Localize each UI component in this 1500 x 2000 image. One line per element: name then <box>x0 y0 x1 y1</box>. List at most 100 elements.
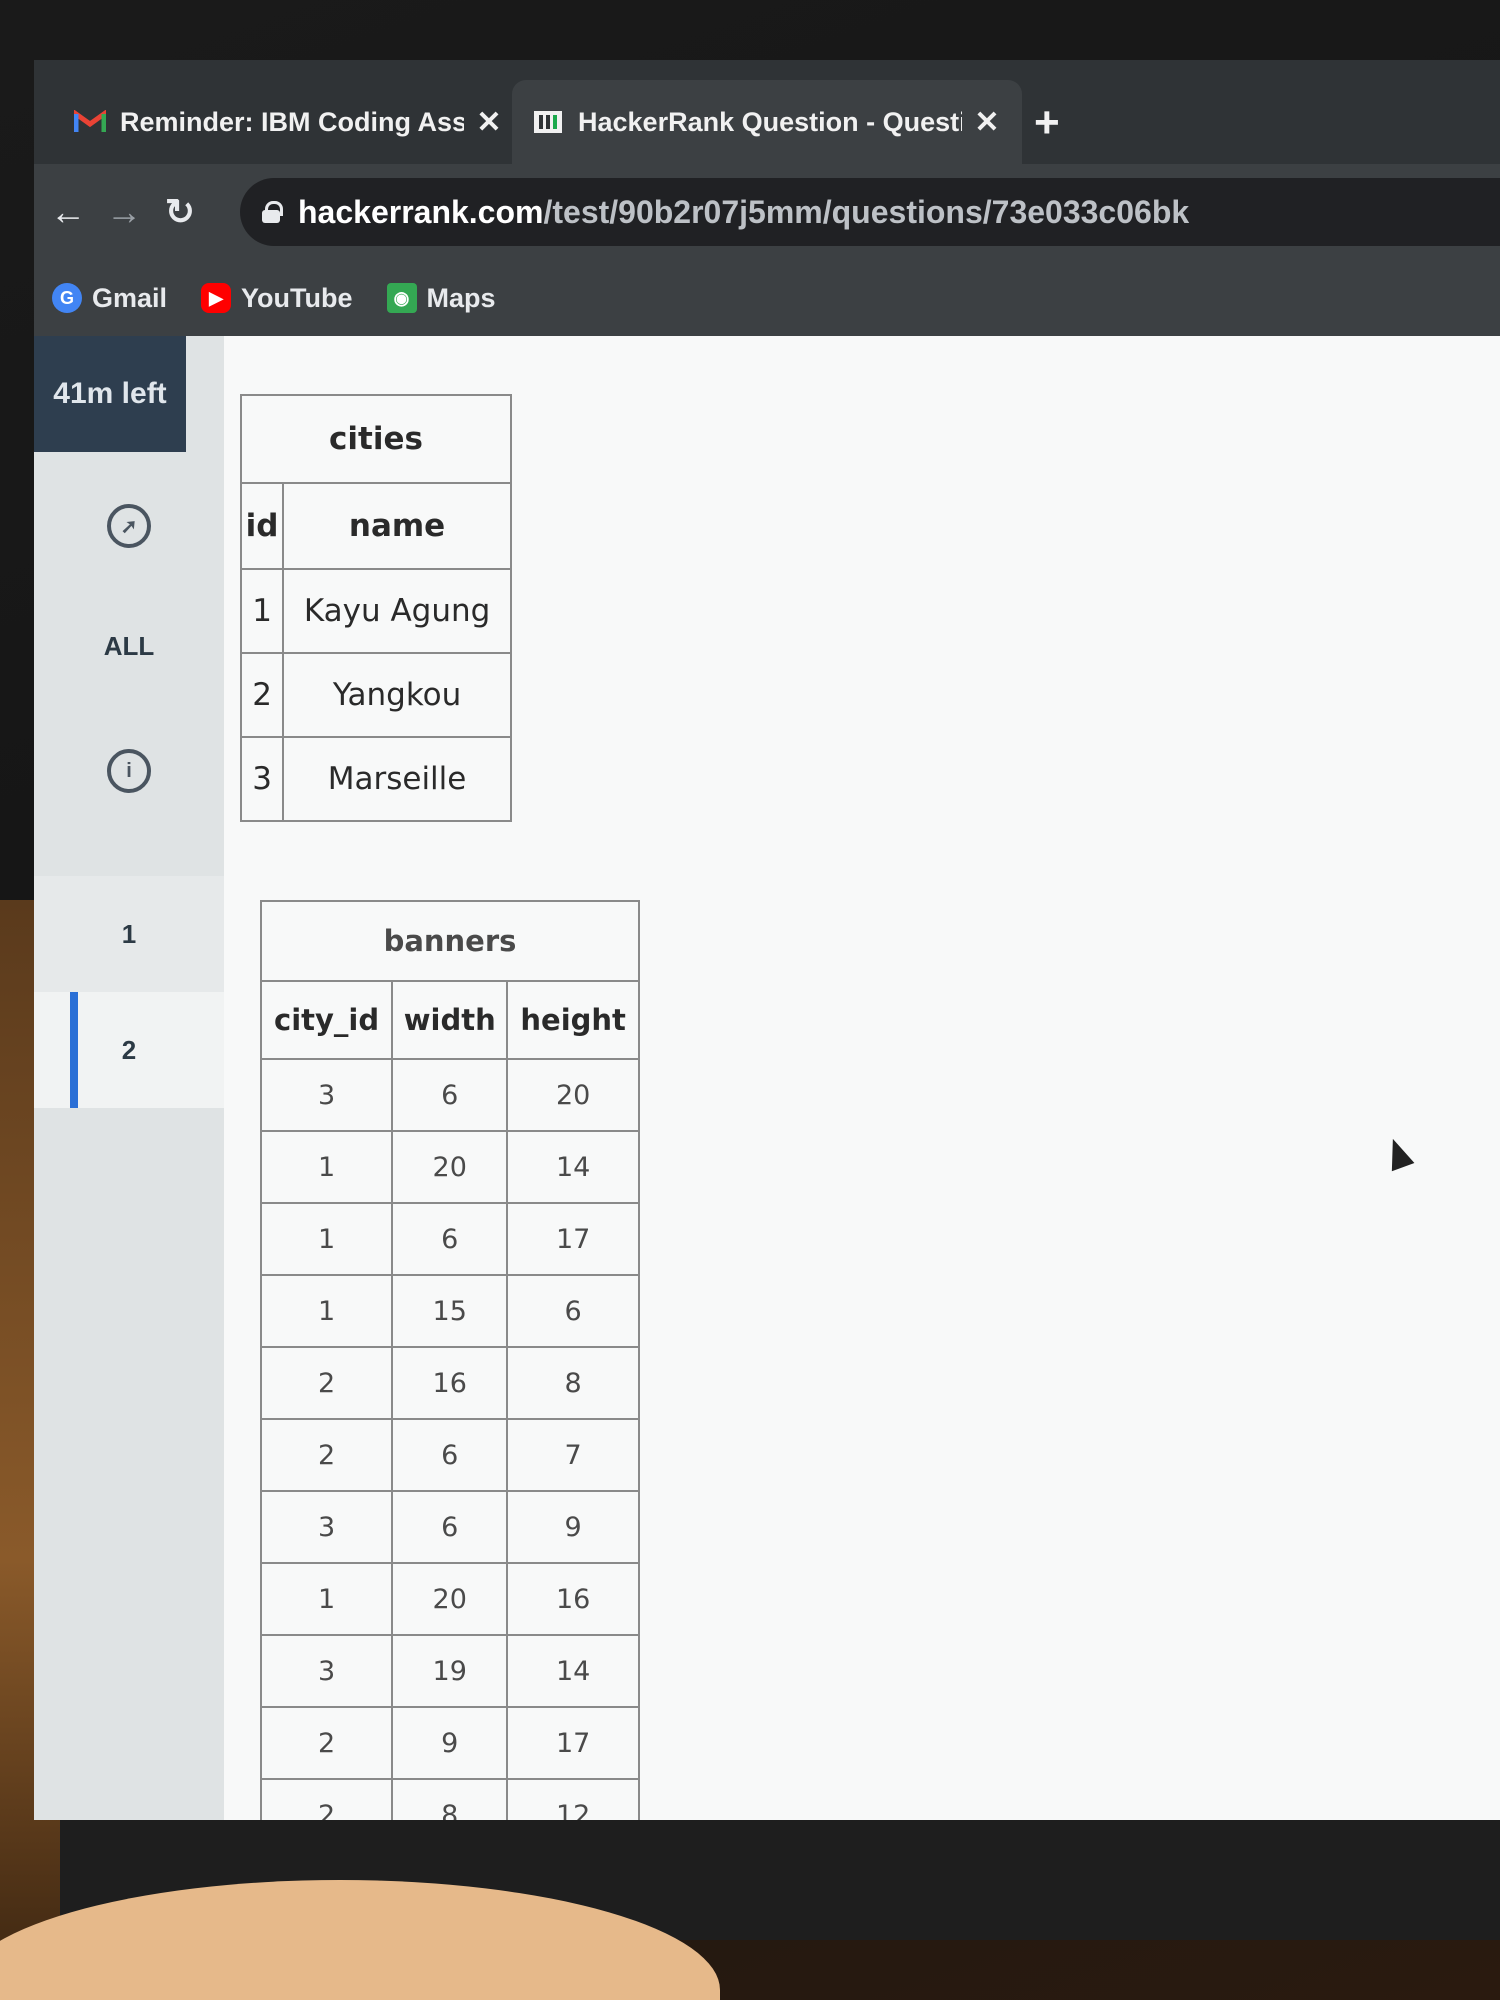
browser-toolbar: ← → ↻ hackerrank.com/test/90b2r07j5mm/qu… <box>34 164 1500 260</box>
table-caption: cities <box>240 394 512 484</box>
address-bar[interactable]: hackerrank.com/test/90b2r07j5mm/question… <box>240 178 1500 246</box>
test-sidebar: 41m left ➚ ALL i 1 2 <box>34 336 224 1820</box>
question-content: cities id name 1 Kayu Agung 2 Yangkou 3 … <box>224 336 1500 1820</box>
all-questions-button[interactable]: ALL <box>34 586 224 706</box>
table-cell: Marseille <box>282 736 512 822</box>
bookmark-gmail[interactable]: G Gmail <box>52 283 167 314</box>
url-domain: hackerrank.com <box>298 193 544 230</box>
google-icon: G <box>52 283 82 313</box>
table-cell: 1 <box>259 1130 394 1204</box>
table-row: 267 <box>259 1418 640 1492</box>
table-cell: 20 <box>391 1562 509 1636</box>
table-cell: 17 <box>506 1202 640 1276</box>
table-caption: banners <box>260 900 640 982</box>
tab-title: Reminder: IBM Coding Assess <box>120 106 464 137</box>
question-1-button[interactable]: 1 <box>34 876 224 992</box>
bookmark-youtube[interactable]: ▶ YouTube <box>201 282 353 314</box>
table-cell: 20 <box>506 1058 640 1132</box>
bookmark-label: YouTube <box>241 282 353 313</box>
table-cell: 3 <box>259 1634 394 1708</box>
lock-icon <box>262 201 283 223</box>
table-cell: 9 <box>506 1490 640 1564</box>
table-row: 2 8 12 <box>259 1778 640 1820</box>
table-cell: 12 <box>506 1778 640 1820</box>
forward-icon[interactable]: → <box>96 191 152 233</box>
tab-hackerrank-question[interactable]: HackerRank Question - Questi ✕ <box>512 80 1022 164</box>
table-cell: 3 <box>259 1058 394 1132</box>
url-text: hackerrank.com/test/90b2r07j5mm/question… <box>298 194 1189 231</box>
tab-title: HackerRank Question - Questi <box>578 106 962 137</box>
table-cell: 3 <box>239 736 285 822</box>
table-row: 2 Yangkou <box>239 652 512 738</box>
table-row: 1 20 14 <box>259 1130 640 1204</box>
table-row: 3 19 14 <box>259 1634 640 1708</box>
table-cell: Kayu Agung <box>282 568 512 654</box>
table-row: 1 Kayu Agung <box>239 568 512 654</box>
info-button[interactable]: i <box>34 706 224 836</box>
table-cell: 6 <box>391 1418 509 1492</box>
table-cell: 16 <box>506 1562 640 1636</box>
table-row: 3 Marseille <box>239 736 512 822</box>
column-header: id <box>239 482 285 570</box>
table-row: 1 15 6 <box>259 1274 640 1348</box>
close-icon[interactable]: ✕ <box>474 105 504 140</box>
table-cell: Yangkou <box>282 652 512 738</box>
table-cell: 7 <box>506 1418 640 1492</box>
table-row: 369 <box>259 1490 640 1564</box>
table-cell: 20 <box>391 1130 509 1204</box>
cities-table: cities id name 1 Kayu Agung 2 Yangkou 3 … <box>239 394 512 822</box>
column-header: name <box>282 482 512 570</box>
youtube-icon: ▶ <box>201 283 232 313</box>
info-icon: i <box>107 749 151 793</box>
bookmark-label: Maps <box>426 282 496 313</box>
table-cell: 8 <box>391 1778 509 1820</box>
tab-gmail-reminder[interactable]: Reminder: IBM Coding Assess ✕ <box>54 80 524 164</box>
table-cell: 6 <box>391 1490 509 1564</box>
table-cell: 1 <box>259 1562 394 1636</box>
table-cell: 6 <box>391 1202 509 1276</box>
url-path: /test/90b2r07j5mm/questions/73e033c06bk <box>543 193 1190 230</box>
close-icon[interactable]: ✕ <box>972 105 1002 140</box>
column-header: width <box>391 980 509 1060</box>
laptop-screen: Reminder: IBM Coding Assess ✕ HackerRank… <box>34 60 1500 1820</box>
table-cell: 9 <box>391 1706 509 1780</box>
back-icon[interactable]: ← <box>40 191 96 233</box>
hackerrank-icon <box>532 108 564 136</box>
table-row: 2 16 8 <box>259 1346 640 1420</box>
table-cell: 2 <box>259 1778 394 1820</box>
column-header: city_id <box>259 980 394 1060</box>
gmail-icon <box>74 108 106 136</box>
reload-icon[interactable]: ↻ <box>152 191 208 233</box>
bookmark-label: Gmail <box>92 282 168 313</box>
bookmarks-bar: G Gmail ▶ YouTube ◉ Maps <box>34 260 1500 336</box>
table-cell: 2 <box>259 1418 394 1492</box>
table-cell: 15 <box>391 1274 509 1348</box>
table-cell: 1 <box>259 1274 394 1348</box>
table-row: 1 20 16 <box>259 1562 640 1636</box>
table-cell: 8 <box>506 1346 640 1420</box>
column-header: height <box>506 980 640 1060</box>
tab-strip: Reminder: IBM Coding Assess ✕ HackerRank… <box>34 60 1500 164</box>
table-cell: 2 <box>259 1346 394 1420</box>
compass-icon: ➚ <box>107 504 151 548</box>
table-cell: 3 <box>259 1490 394 1564</box>
table-cell: 2 <box>239 652 285 738</box>
table-row: 2 9 17 <box>259 1706 640 1780</box>
table-cell: 6 <box>391 1058 509 1132</box>
maps-icon: ◉ <box>386 283 417 313</box>
time-remaining: 41m left <box>34 336 186 452</box>
new-tab-button[interactable]: + <box>1034 98 1060 148</box>
table-cell: 6 <box>506 1274 640 1348</box>
table-cell: 14 <box>506 1130 640 1204</box>
question-2-button[interactable]: 2 <box>34 992 224 1108</box>
active-question-indicator <box>70 992 78 1108</box>
table-row: 3 6 20 <box>259 1058 640 1132</box>
compass-icon-button[interactable]: ➚ <box>34 466 224 586</box>
table-cell: 17 <box>506 1706 640 1780</box>
table-cell: 14 <box>506 1634 640 1708</box>
table-cell: 1 <box>239 568 285 654</box>
table-cell: 2 <box>259 1706 394 1780</box>
bookmark-maps[interactable]: ◉ Maps <box>386 282 496 314</box>
table-row: 1 6 17 <box>259 1202 640 1276</box>
table-cell: 16 <box>391 1346 509 1420</box>
